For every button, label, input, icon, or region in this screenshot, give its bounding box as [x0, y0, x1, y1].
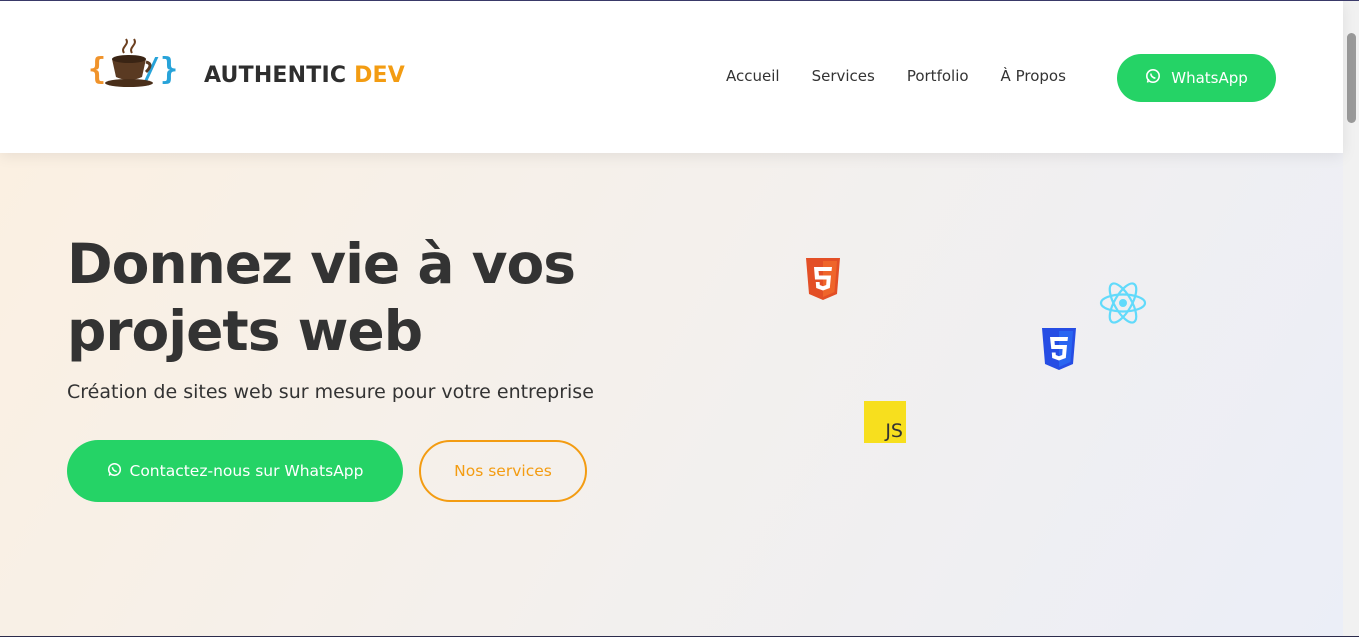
brand-name[interactable]: AUTHENTIC DEV [204, 63, 405, 88]
whatsapp-icon [1145, 68, 1161, 88]
our-services-button[interactable]: Nos services [419, 440, 587, 502]
whatsapp-header-button[interactable]: WhatsApp [1117, 54, 1276, 102]
nav-item-a-propos[interactable]: À Propos [1001, 67, 1066, 85]
our-services-label: Nos services [454, 462, 552, 480]
brand-name-main: AUTHENTIC [204, 63, 347, 88]
nav-item-accueil[interactable]: Accueil [726, 67, 780, 85]
scrollbar-thumb[interactable] [1347, 33, 1356, 123]
contact-whatsapp-label: Contactez-nous sur WhatsApp [129, 462, 364, 480]
hero-title: Donnez vie à vos projets web [67, 232, 576, 363]
js-icon-label: JS [885, 420, 903, 442]
hero-section: Donnez vie à vos projets web Création de… [0, 153, 1343, 636]
contact-whatsapp-button[interactable]: Contactez-nous sur WhatsApp [67, 440, 403, 502]
hero-subtitle: Création de sites web sur mesure pour vo… [67, 381, 594, 403]
page: { /} AUTHENTIC DEV Accueil Services Port… [0, 0, 1359, 637]
css3-icon [1040, 326, 1078, 372]
site-header: { /} AUTHENTIC DEV Accueil Services Port… [0, 1, 1343, 153]
nav-item-portfolio[interactable]: Portfolio [907, 67, 969, 85]
brand-name-accent: DEV [354, 63, 405, 88]
main-nav: Accueil Services Portfolio À Propos [726, 67, 1066, 85]
coffee-code-logo-icon[interactable]: { /} [86, 37, 178, 97]
nav-item-services[interactable]: Services [812, 67, 875, 85]
svg-text:{: { [88, 52, 106, 87]
whatsapp-icon [107, 462, 122, 481]
js-icon: JS [864, 401, 906, 443]
html5-icon [804, 256, 842, 302]
react-icon [1097, 279, 1149, 327]
whatsapp-header-label: WhatsApp [1171, 69, 1248, 87]
